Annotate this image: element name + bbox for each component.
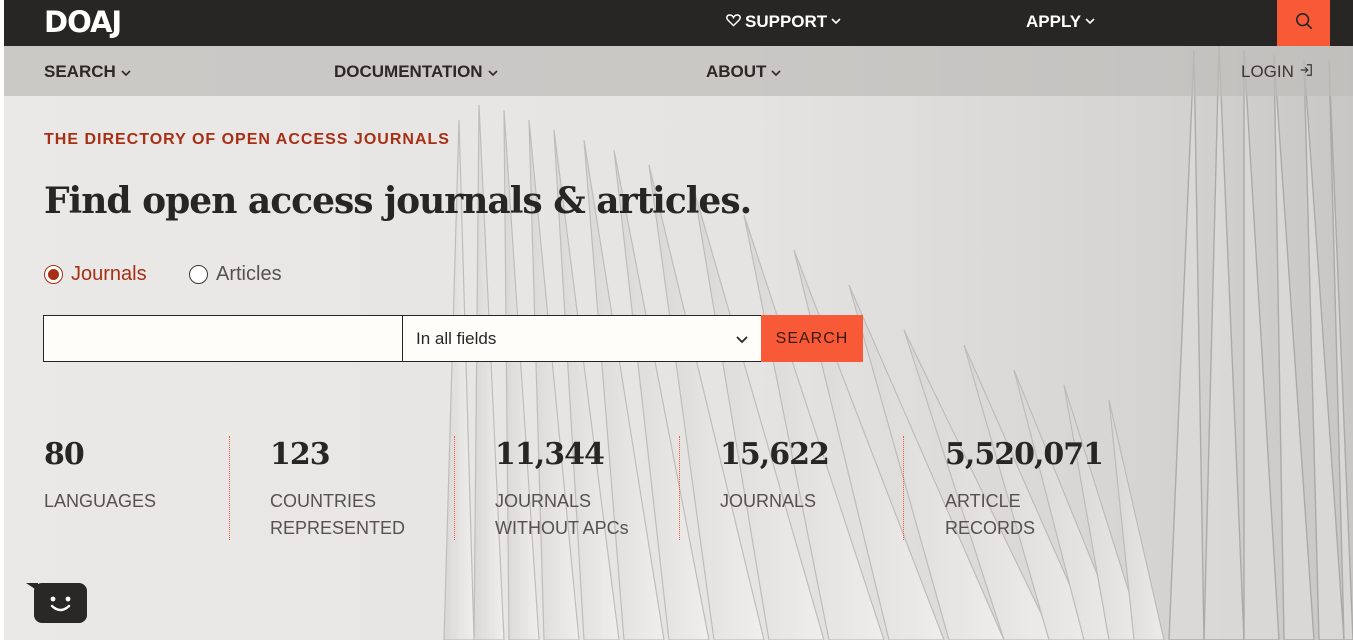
radio-articles-control[interactable]: [189, 265, 208, 284]
site-tagline: THE DIRECTORY OF OPEN ACCESS JOURNALS: [44, 131, 450, 148]
stat-label: ARTICLE RECORDS: [945, 488, 1103, 542]
chat-face-icon: [34, 583, 87, 623]
search-field-select[interactable]: In all fields: [402, 315, 762, 362]
secondary-nav: SEARCH DOCUMENTATION ABOUT LOGIN: [4, 46, 1353, 96]
top-bar: DOAJ SUPPORT APPLY: [4, 0, 1353, 46]
stat-divider: [229, 436, 230, 540]
stat-divider: [903, 436, 904, 540]
support-menu[interactable]: SUPPORT: [726, 12, 841, 32]
stat-label: COUNTRIES REPRESENTED: [270, 488, 405, 542]
stat-number: 11,344: [495, 437, 605, 472]
radio-journals-label: Journals: [71, 263, 147, 285]
page-title: Find open access journals & articles.: [44, 180, 752, 222]
page: DOAJ SUPPORT APPLY SEARCH DOCUMENTATION …: [4, 0, 1353, 640]
chevron-down-icon: [488, 62, 498, 82]
search-field-selected: In all fields: [416, 328, 497, 348]
radio-journals[interactable]: Journals: [44, 263, 147, 286]
stat-label-line-1: JOURNALS: [720, 491, 817, 511]
stat-number: 15,622: [720, 437, 830, 472]
stat-label: JOURNALS: [720, 488, 829, 515]
chevron-down-icon: [771, 62, 782, 82]
stat-label-line-1: ARTICLE: [945, 491, 1021, 511]
chevron-down-icon: [831, 16, 841, 28]
support-label: SUPPORT: [745, 12, 828, 31]
nav-about[interactable]: ABOUT: [706, 62, 782, 82]
stat-label-line-2: WITHOUT APCs: [495, 518, 629, 538]
stat-number: 80: [44, 437, 85, 472]
radio-articles[interactable]: Articles: [189, 263, 282, 286]
login-arrow-icon: [1299, 62, 1313, 82]
nav-about-label: ABOUT: [706, 62, 767, 81]
heart-icon: [726, 12, 741, 32]
search-submit-button[interactable]: SEARCH: [761, 315, 863, 362]
nav-documentation-label: DOCUMENTATION: [334, 62, 483, 81]
chevron-down-icon: [121, 62, 131, 82]
stat-countries: 123 COUNTRIES REPRESENTED: [270, 440, 405, 542]
stat-journals: 15,622 JOURNALS: [720, 437, 830, 515]
apply-label: APPLY: [1026, 12, 1082, 31]
stat-label: LANGUAGES: [44, 488, 156, 515]
chevron-down-icon: [736, 329, 748, 349]
doaj-logo[interactable]: DOAJ: [44, 5, 122, 39]
stat-label-line-2: REPRESENTED: [270, 518, 406, 538]
stat-label-line-1: COUNTRIES: [270, 491, 377, 511]
stat-journals-without-apcs: 11,344 JOURNALS WITHOUT APCs: [495, 440, 629, 542]
stat-article-records: 5,520,071 ARTICLE RECORDS: [945, 437, 1104, 542]
stat-label-line-2: RECORDS: [945, 518, 1036, 538]
stat-label-line-1: LANGUAGES: [44, 491, 157, 511]
search-icon: [1295, 12, 1313, 35]
stat-label-line-1: JOURNALS: [495, 491, 592, 511]
login-label: LOGIN: [1241, 62, 1294, 81]
radio-journals-control[interactable]: [44, 265, 63, 284]
chevron-down-icon: [1085, 16, 1095, 28]
radio-articles-label: Articles: [216, 263, 282, 285]
search-input[interactable]: [43, 315, 403, 362]
stat-divider: [679, 436, 680, 540]
nav-search[interactable]: SEARCH: [44, 62, 131, 82]
nav-search-label: SEARCH: [44, 62, 116, 81]
apply-menu[interactable]: APPLY: [1026, 12, 1095, 32]
stat-divider: [454, 436, 455, 540]
stat-number: 123: [270, 437, 331, 472]
login-link[interactable]: LOGIN: [1241, 62, 1313, 82]
stat-languages: 80 LANGUAGES: [44, 440, 156, 515]
top-search-button[interactable]: [1277, 0, 1330, 46]
nav-documentation[interactable]: DOCUMENTATION: [334, 62, 498, 82]
stat-number: 5,520,071: [945, 437, 1104, 472]
chat-widget-button[interactable]: [26, 583, 87, 623]
stat-label: JOURNALS WITHOUT APCs: [495, 488, 629, 542]
